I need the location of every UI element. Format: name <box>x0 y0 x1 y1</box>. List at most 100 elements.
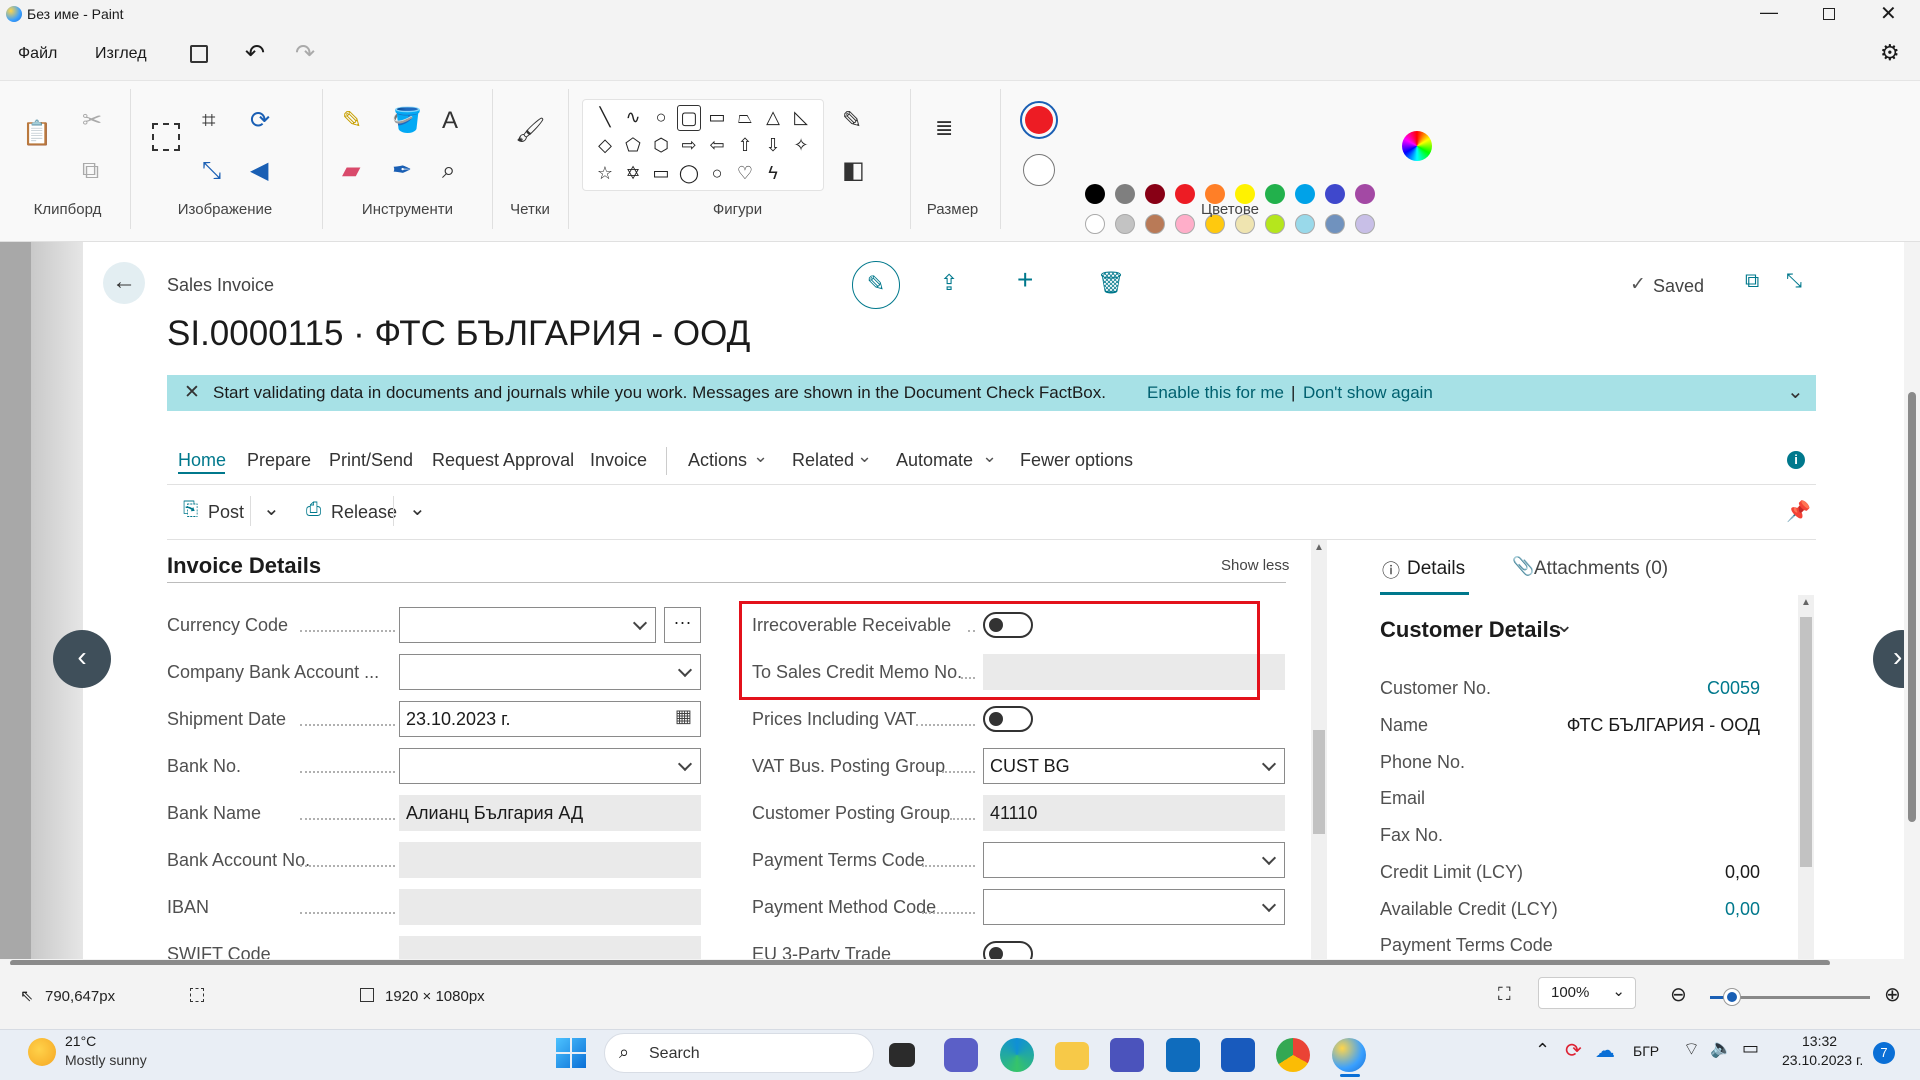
diamond-shape-icon[interactable]: ◇ <box>593 133 617 157</box>
minimize-button[interactable]: — <box>1760 2 1778 23</box>
triangle-shape-icon[interactable]: △ <box>761 105 785 129</box>
color2-swatch[interactable] <box>1023 154 1055 186</box>
curve-shape-icon[interactable]: ∿ <box>621 105 645 129</box>
palette-color-swatch[interactable] <box>1325 184 1345 204</box>
palette-color-swatch[interactable] <box>1355 184 1375 204</box>
arrow-up-shape-icon[interactable]: ⇧ <box>733 133 757 157</box>
rounded-rectangle-shape-icon[interactable]: ▭ <box>705 105 729 129</box>
field-input[interactable] <box>983 842 1285 878</box>
onedrive-icon[interactable]: ⟳ <box>1565 1038 1582 1063</box>
volume-icon[interactable]: 🔈 <box>1710 1038 1732 1059</box>
tab-prepare[interactable]: Prepare <box>247 450 311 471</box>
show-less-link[interactable]: Show less <box>1221 557 1289 574</box>
callout-oval-shape-icon[interactable]: ◯ <box>677 161 701 185</box>
crop-icon[interactable]: ⌗ <box>202 106 216 136</box>
arrow-right-shape-icon[interactable]: ⇨ <box>677 133 701 157</box>
zoom-in-icon[interactable]: ⊕ <box>1884 982 1901 1007</box>
field-input[interactable]: 23.10.2023 г. ▦ <box>399 701 701 737</box>
field-input[interactable] <box>399 607 656 643</box>
tab-fewer-options[interactable]: Fewer options <box>1020 450 1133 471</box>
polygon-shape-icon[interactable]: ⏢ <box>733 105 757 129</box>
pentagon-shape-icon[interactable]: ⬠ <box>621 133 645 157</box>
back-button[interactable]: ← <box>103 262 145 304</box>
cut-icon[interactable]: ✂ <box>82 106 102 136</box>
restore-button[interactable] <box>1823 8 1835 20</box>
pin-icon[interactable]: 📌 <box>1786 499 1811 524</box>
content-scrollbar-thumb[interactable] <box>1313 730 1325 834</box>
delete-icon[interactable]: 🗑 <box>1097 270 1125 296</box>
select-icon[interactable] <box>152 123 180 151</box>
field-input[interactable] <box>399 654 701 690</box>
toggle-switch[interactable] <box>983 706 1033 732</box>
right-triangle-shape-icon[interactable]: ◺ <box>789 105 813 129</box>
calendar-icon[interactable]: ▦ <box>675 706 692 727</box>
fill-shape-icon[interactable]: ◧ <box>842 156 865 186</box>
zoom-select[interactable]: 100% ⌄ <box>1538 977 1636 1009</box>
chrome-icon[interactable] <box>1276 1038 1310 1072</box>
battery-icon[interactable]: ▭ <box>1742 1038 1759 1059</box>
pencil-icon[interactable]: ✎ <box>342 106 362 136</box>
palette-color-swatch[interactable] <box>1295 214 1315 234</box>
banner-dont-show-link[interactable]: Don't show again <box>1303 383 1433 403</box>
outlook-icon[interactable] <box>1166 1038 1200 1072</box>
lookup-more-button[interactable]: ··· <box>664 607 701 643</box>
notification-badge[interactable]: 7 <box>1873 1042 1895 1064</box>
canvas-vertical-scrollbar[interactable] <box>1904 242 1920 965</box>
palette-color-swatch[interactable] <box>1085 184 1105 204</box>
tab-automate[interactable]: Automate <box>896 450 973 471</box>
star5-shape-icon[interactable]: ☆ <box>593 161 617 185</box>
field-input[interactable] <box>399 748 701 784</box>
tab-request-approval[interactable]: Request Approval <box>432 450 574 471</box>
factbox-scrollbar[interactable]: ▲ <box>1798 595 1814 960</box>
clock-time[interactable]: 13:32 <box>1802 1033 1837 1049</box>
rectangle-shape-icon[interactable]: ▢ <box>677 105 701 131</box>
task-view-icon[interactable] <box>889 1043 915 1067</box>
teams-chat-icon[interactable] <box>944 1038 978 1072</box>
arrow-left-shape-icon[interactable]: ⇦ <box>705 133 729 157</box>
settings-icon[interactable]: ⚙ <box>1880 40 1900 66</box>
eraser-icon[interactable]: ▰ <box>342 156 360 186</box>
brushes-icon[interactable]: 🖌 <box>515 116 545 146</box>
field-input[interactable]: CUST BG <box>983 748 1285 784</box>
previous-record-button[interactable]: ‹ <box>53 630 111 688</box>
magnifier-icon[interactable]: ⌕ <box>442 156 455 186</box>
wifi-icon[interactable]: ⌔ <box>1683 1038 1700 1061</box>
collapse-icon[interactable]: ⤡ <box>1786 270 1802 293</box>
edit-colors-icon[interactable] <box>1402 131 1432 161</box>
weather-icon[interactable] <box>28 1038 56 1066</box>
line-shape-icon[interactable]: ╲ <box>593 105 617 129</box>
save-icon[interactable] <box>190 45 208 63</box>
palette-color-swatch[interactable] <box>1085 214 1105 234</box>
copy-icon[interactable]: ⧉ <box>82 156 99 186</box>
palette-color-swatch[interactable] <box>1115 184 1135 204</box>
paint-taskbar-icon[interactable] <box>1332 1038 1366 1072</box>
redo-icon[interactable]: ↷ <box>295 39 315 68</box>
zoom-out-icon[interactable]: ⊖ <box>1670 982 1687 1007</box>
palette-color-swatch[interactable] <box>1145 214 1165 234</box>
resize-icon[interactable]: ⤡ <box>202 156 221 186</box>
input-language[interactable]: БГР <box>1633 1043 1659 1059</box>
close-window-button[interactable]: ✕ <box>1880 1 1897 26</box>
teams-icon[interactable] <box>1110 1038 1144 1072</box>
release-menu-chevron-icon[interactable]: ⌄ <box>409 496 426 521</box>
factbox-value[interactable]: C0059 <box>1707 678 1760 699</box>
clock-date[interactable]: 23.10.2023 г. <box>1782 1052 1863 1068</box>
fit-to-window-icon[interactable]: ⛶ <box>1498 984 1511 1005</box>
callout-cloud-shape-icon[interactable]: ○ <box>705 161 729 185</box>
factbox-heading[interactable]: Customer Details <box>1380 617 1561 643</box>
file-explorer-icon[interactable] <box>1055 1042 1089 1070</box>
factbox-scrollbar-thumb[interactable] <box>1800 617 1812 867</box>
undo-icon[interactable]: ↶ <box>245 39 265 68</box>
taskbar-search-box[interactable]: ⌕ Search <box>604 1033 874 1073</box>
cloud-icon[interactable]: ☁ <box>1595 1038 1615 1063</box>
edge-icon[interactable] <box>1000 1038 1034 1072</box>
open-new-window-icon[interactable]: ⧉ <box>1745 270 1759 293</box>
palette-color-swatch[interactable] <box>1355 214 1375 234</box>
banner-expand-icon[interactable]: ⌄ <box>1787 379 1804 404</box>
tab-print-send[interactable]: Print/Send <box>329 450 413 471</box>
tab-invoice[interactable]: Invoice <box>590 450 647 471</box>
content-scrollbar[interactable]: ▲ <box>1311 540 1327 960</box>
star4-shape-icon[interactable]: ✧ <box>789 133 813 157</box>
lightning-shape-icon[interactable]: ϟ <box>761 161 785 185</box>
post-menu-chevron-icon[interactable]: ⌄ <box>263 496 280 521</box>
